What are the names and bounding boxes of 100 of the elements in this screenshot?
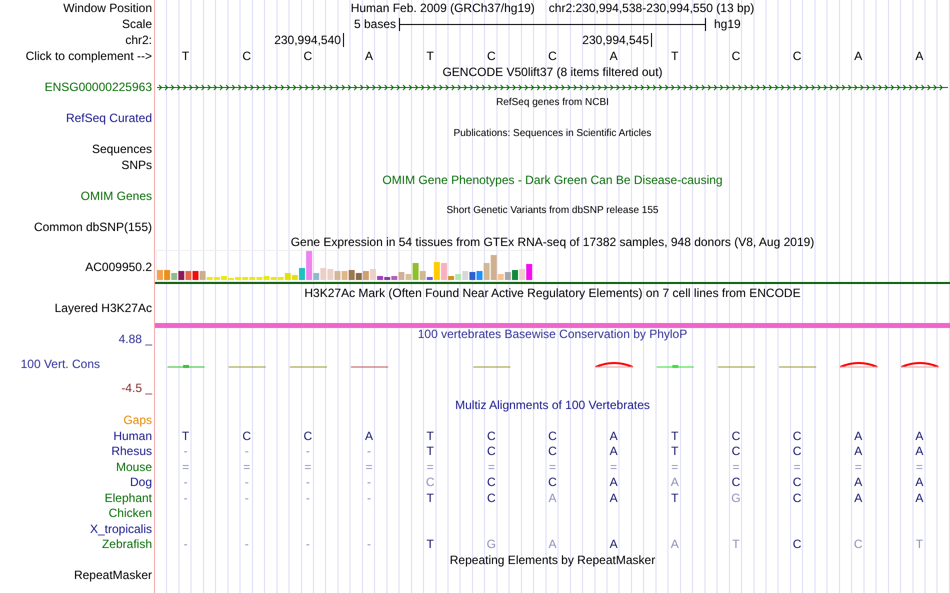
aligned-base: -: [244, 537, 250, 552]
aligned-base: C: [730, 475, 742, 490]
aligned-base: =: [670, 460, 680, 474]
aligned-base: A: [608, 444, 619, 458]
aligned-base: -: [244, 475, 250, 490]
aligned-base: T: [670, 444, 680, 458]
base-letter: A: [608, 49, 619, 63]
aligned-base: C: [852, 537, 864, 552]
base-letter: T: [426, 49, 435, 63]
aligned-base: A: [608, 490, 619, 505]
row-label: Scale: [122, 17, 152, 31]
aligned-base: C: [302, 428, 314, 443]
aligned-base: -: [182, 490, 189, 505]
aligned-base: -: [304, 475, 311, 490]
aligned-base: C: [486, 490, 497, 505]
track-label[interactable]: Sequences: [92, 142, 152, 156]
aligned-base: T: [670, 490, 680, 505]
track-label[interactable]: Layered H3K27Ac: [54, 301, 152, 315]
aligned-base: C: [486, 428, 497, 443]
aligned-base: =: [548, 460, 557, 474]
track-label[interactable]: AC009950.2: [85, 260, 152, 274]
base-letter: C: [241, 49, 252, 63]
aligned-base: -: [366, 490, 372, 505]
base-letter: A: [914, 49, 924, 63]
species-label[interactable]: Dog: [130, 475, 152, 490]
species-label[interactable]: Mouse: [116, 460, 152, 474]
aligned-base: A: [364, 428, 374, 443]
aligned-base: =: [609, 460, 618, 474]
aligned-base: -: [304, 444, 311, 458]
aligned-base: G: [486, 537, 498, 552]
aligned-base: T: [426, 537, 435, 552]
track-label[interactable]: ENSG00000225963: [44, 80, 152, 94]
aligned-base: =: [731, 460, 740, 474]
aligned-base: =: [242, 460, 252, 474]
aligned-base: A: [853, 444, 864, 458]
aligned-base: C: [792, 444, 802, 458]
track-label[interactable]: RepeatMasker: [74, 568, 152, 582]
complement-link[interactable]: Click to complement -->: [26, 49, 152, 63]
axis-min-label: -4.5 _: [121, 381, 152, 395]
species-label[interactable]: Rhesus: [111, 444, 152, 458]
track-label[interactable]: 100 Vert. Cons: [20, 356, 100, 370]
aligned-base: C: [730, 428, 742, 443]
species-label[interactable]: Elephant: [104, 490, 152, 505]
aligned-base: T: [180, 428, 190, 443]
aligned-base: A: [608, 475, 619, 490]
aligned-base: -: [304, 490, 311, 505]
base-letter: C: [792, 49, 802, 63]
track-title: Repeating Elements by RepeatMasker: [450, 554, 656, 566]
aligned-base: C: [792, 428, 802, 443]
aligned-base: C: [547, 428, 558, 443]
aligned-base: C: [486, 444, 497, 458]
track-label[interactable]: SNPs: [121, 158, 152, 172]
track-label[interactable]: OMIM Genes: [80, 188, 152, 203]
base-letter: C: [302, 49, 314, 63]
aligned-base: =: [914, 460, 924, 474]
row-label: Window Position: [63, 1, 152, 15]
aligned-base: -: [366, 475, 372, 490]
aligned-base: -: [366, 537, 372, 552]
aligned-base: =: [303, 460, 312, 474]
aligned-base: T: [426, 428, 435, 443]
aligned-base: A: [914, 475, 924, 490]
aligned-base: -: [182, 444, 189, 458]
aligned-base: C: [730, 444, 742, 458]
track-label[interactable]: Common dbSNP(155): [34, 220, 152, 234]
position-label: 230,994,545: [582, 33, 652, 47]
aligned-base: A: [853, 475, 864, 490]
aligned-base: A: [547, 490, 558, 505]
species-label[interactable]: X_tropicalis: [90, 522, 152, 536]
species-label[interactable]: Chicken: [108, 506, 152, 520]
aligned-base: A: [608, 428, 619, 443]
aligned-base: T: [914, 537, 924, 552]
track-title: Multiz Alignments of 100 Vertebrates: [455, 398, 650, 411]
track-title: OMIM Gene Phenotypes - Dark Green Can Be Disease-causing: [382, 174, 723, 186]
position-label: 230,994,540: [274, 33, 344, 47]
aligned-base: A: [547, 537, 558, 552]
track-label[interactable]: RefSeq Curated: [66, 111, 152, 126]
axis-max-label: 4.88 _: [118, 332, 152, 346]
aligned-base: T: [426, 490, 435, 505]
aligned-base: C: [424, 475, 436, 490]
aligned-base: T: [731, 537, 741, 552]
aligned-base: A: [608, 537, 619, 552]
aligned-base: -: [244, 490, 250, 505]
track-title: Publications: Sequences in Scientific Articles: [454, 128, 652, 139]
aligned-base: C: [792, 537, 802, 552]
aligned-base: A: [914, 428, 924, 443]
aligned-base: -: [182, 475, 189, 490]
aligned-base: =: [181, 460, 190, 474]
aligned-base: =: [364, 460, 374, 474]
aligned-base: G: [730, 490, 742, 505]
assembly-name: Human Feb. 2009 (GRCh37/hg19): [350, 1, 535, 15]
track-title: Gene Expression in 54 tissues from GTEx RNA-seq of 17382 samples, 948 donors (V8, Aug 2019): [290, 236, 814, 248]
row-label: chr2:: [125, 33, 152, 47]
species-label[interactable]: Zebrafish: [102, 537, 152, 552]
base-letter: T: [180, 49, 190, 63]
aligned-base: =: [792, 460, 802, 474]
aligned-base: =: [854, 460, 863, 474]
base-letter: C: [547, 49, 558, 63]
species-label[interactable]: Human: [113, 428, 152, 443]
aligned-base: A: [670, 475, 680, 490]
track-title: Short Genetic Variants from dbSNP release 155: [446, 206, 658, 216]
